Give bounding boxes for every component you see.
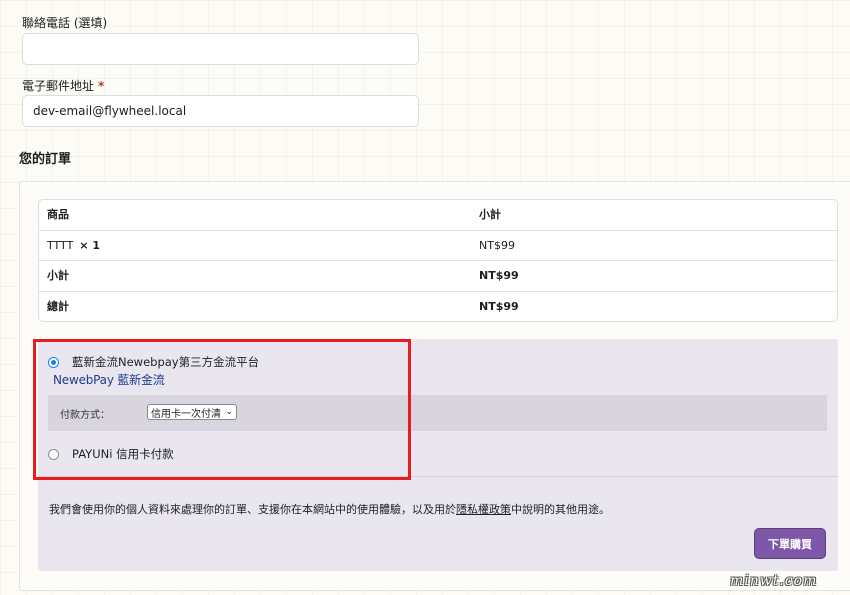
subtotal-label: 小計	[47, 269, 69, 282]
item-name-text: TTTT	[47, 238, 74, 252]
privacy-notice: 我們會使用你的個人資料來處理你的訂單、支援你在本網站中的使用體驗，以及用於隱私權…	[49, 501, 610, 517]
subtotal-value: NT$99	[479, 269, 519, 282]
place-order-button[interactable]: 下單購買	[754, 528, 826, 559]
highlight-annotation	[33, 339, 411, 480]
privacy-text-before: 我們會使用你的個人資料來處理你的訂單、支援你在本網站中的使用體驗，以及用於	[49, 503, 456, 516]
table-row: TTTT × 1 NT$99	[39, 231, 837, 261]
total-row: 總計 NT$99	[39, 292, 837, 322]
privacy-text-after: 中說明的其他用途。	[511, 503, 610, 516]
item-subtotal: NT$99	[479, 238, 515, 252]
order-section-title: 您的訂單	[19, 152, 72, 167]
subtotal-row: 小計 NT$99	[39, 261, 837, 292]
watermark: minwt.com	[730, 573, 818, 589]
product-column-header: 商品	[47, 208, 69, 221]
total-label: 總計	[47, 299, 69, 313]
item-quantity: × 1	[79, 238, 100, 252]
email-label-text: 電子郵件地址	[22, 79, 95, 93]
subtotal-column-header: 小計	[479, 208, 501, 221]
table-header-row: 商品 小計	[39, 200, 837, 231]
privacy-policy-link[interactable]: 隱私權政策	[456, 503, 511, 516]
phone-label: 聯絡電話 (選填)	[22, 16, 108, 30]
phone-input[interactable]	[22, 33, 419, 65]
required-mark: *	[98, 79, 105, 93]
order-table: 商品 小計 TTTT × 1 NT$99 小計 NT$99 總計 NT$99	[38, 199, 838, 322]
total-value: NT$99	[479, 299, 519, 313]
item-name: TTTT × 1	[47, 231, 100, 261]
email-input[interactable]	[22, 95, 419, 127]
email-label: 電子郵件地址 *	[22, 77, 104, 94]
